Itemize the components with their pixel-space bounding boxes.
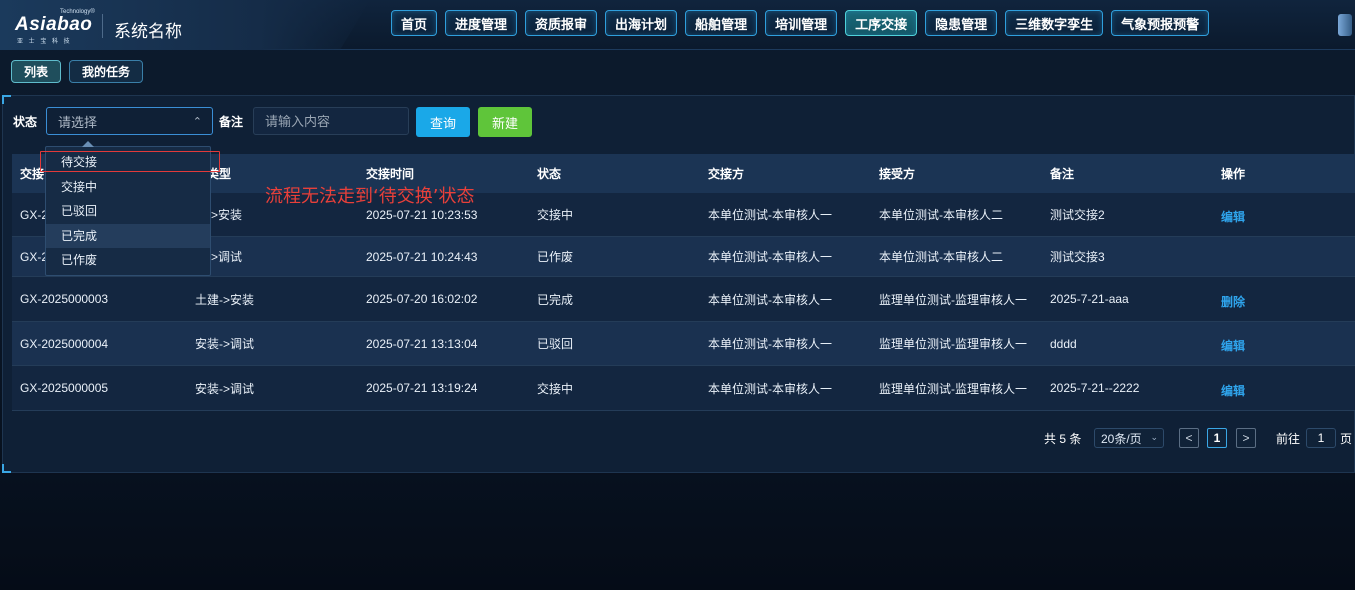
nav-process-handover[interactable]: 工序交接 xyxy=(845,10,918,36)
tab-my-tasks[interactable]: 我的任务 xyxy=(69,60,144,83)
create-button[interactable]: 新建 xyxy=(478,107,532,137)
nav-digital-twin[interactable]: 三维数字孪生 xyxy=(1005,10,1104,36)
table-row: GX-2 建->安装 2025-07-21 10:23:53 交接中 本单位测试… xyxy=(12,193,1355,237)
option-voided[interactable]: 已作废 xyxy=(46,248,210,273)
cell-status: 已驳回 xyxy=(537,337,574,351)
nav-weather[interactable]: 气象预报预警 xyxy=(1111,10,1210,36)
cell-from: 本单位测试-本审核人一 xyxy=(708,292,832,307)
cell-to: 监理单位测试-监理审核人一 xyxy=(879,337,1027,351)
nav-ship[interactable]: 船舶管理 xyxy=(685,10,758,36)
cell-type: 装->调试 xyxy=(195,250,243,264)
cell-note: 测试交接2 xyxy=(1050,208,1105,222)
cell-status: 已作废 xyxy=(537,250,574,264)
annotation-text: 流程无法走到‘待交换’状态 xyxy=(265,186,475,207)
status-select-placeholder: 请选择 xyxy=(58,114,98,130)
pagination: 共 5 条 20条/页 ⌄ < 1 > 前往 页 xyxy=(3,428,1354,450)
logo-divider xyxy=(102,14,103,38)
nav-sea-plan[interactable]: 出海计划 xyxy=(605,10,678,36)
goto-page-input[interactable] xyxy=(1306,428,1336,448)
cell-type: 建->安装 xyxy=(195,208,243,222)
sub-tabs: 列表 我的任务 xyxy=(11,60,144,83)
cell-from: 本单位测试-本审核人一 xyxy=(708,337,832,351)
corner-decoration xyxy=(2,464,11,473)
cell-time: 2025-07-21 10:24:43 xyxy=(366,249,478,264)
chevron-down-icon: ⌄ xyxy=(1150,432,1158,442)
nav-home[interactable]: 首页 xyxy=(391,10,438,36)
cell-from: 本单位测试-本审核人一 xyxy=(708,250,832,264)
status-label: 状态 xyxy=(13,115,38,129)
header-to: 接受方 xyxy=(879,167,916,181)
cell-status: 交接中 xyxy=(537,208,574,222)
query-button[interactable]: 查询 xyxy=(416,107,470,137)
delete-link[interactable]: 删除 xyxy=(1221,295,1245,308)
edit-link[interactable]: 编辑 xyxy=(1221,210,1245,223)
cell-from: 本单位测试-本审核人一 xyxy=(708,208,832,222)
status-select[interactable]: 请选择 ⌃ xyxy=(46,107,213,135)
nav-progress[interactable]: 进度管理 xyxy=(445,10,518,36)
cell-note: 2025-7-21--2222 xyxy=(1050,381,1140,395)
header-from: 交接方 xyxy=(708,167,745,181)
page-size-value: 20条/页 xyxy=(1101,431,1142,446)
cell-to: 本单位测试-本审核人二 xyxy=(879,208,1003,222)
logo-subtext: 亚 士 宝 科 技 xyxy=(17,39,72,45)
total-count: 共 5 条 xyxy=(1044,432,1082,446)
cell-from: 本单位测试-本审核人一 xyxy=(708,381,832,396)
cell-note: 测试交接3 xyxy=(1050,250,1105,264)
bottom-background xyxy=(0,475,1355,590)
table-row: GX-2 装->调试 2025-07-21 10:24:43 已作废 本单位测试… xyxy=(12,237,1355,277)
cell-id: GX-2025000005 xyxy=(20,381,109,395)
prev-page-button[interactable]: < xyxy=(1179,428,1199,448)
table-row: GX-2025000004 安装->调试 2025-07-21 13:13:04… xyxy=(12,322,1355,366)
option-rejected[interactable]: 已驳回 xyxy=(46,199,210,224)
nav-qualification[interactable]: 资质报审 xyxy=(525,10,598,36)
cell-type: 安装->调试 xyxy=(195,381,255,396)
annotation-highlight-box xyxy=(40,151,220,172)
cell-id: GX-2025000003 xyxy=(20,292,109,306)
tab-list[interactable]: 列表 xyxy=(11,60,62,83)
handover-table: 交接 接类型 交接时间 状态 交接方 接受方 备注 操作 GX-2 建->安装 … xyxy=(12,154,1355,411)
main-nav: 首页 进度管理 资质报审 出海计划 船舶管理 培训管理 工序交接 隐患管理 三维… xyxy=(391,10,1210,36)
option-in-handover[interactable]: 交接中 xyxy=(46,175,210,200)
top-header: Technology® Asiabao 亚 士 宝 科 技 系统名称 首页 进度… xyxy=(0,0,1355,50)
cell-to: 监理单位测试-监理审核人一 xyxy=(879,381,1027,396)
current-page[interactable]: 1 xyxy=(1207,428,1227,448)
note-input[interactable] xyxy=(253,107,409,135)
dropdown-arrow xyxy=(82,141,94,147)
goto-label: 前往 xyxy=(1276,432,1301,446)
cell-type: 土建->安装 xyxy=(195,292,255,307)
table-row: GX-2025000005 安装->调试 2025-07-21 13:19:24… xyxy=(12,366,1355,411)
cell-status: 已完成 xyxy=(537,292,574,307)
cell-time: 2025-07-21 10:23:53 xyxy=(366,207,478,222)
table-row: GX-2025000003 土建->安装 2025-07-20 16:02:02… xyxy=(12,277,1355,322)
header-note: 备注 xyxy=(1050,167,1075,181)
page-size-select[interactable]: 20条/页 ⌄ xyxy=(1094,428,1164,448)
cell-time: 2025-07-20 16:02:02 xyxy=(366,292,478,306)
next-page-button[interactable]: > xyxy=(1236,428,1256,448)
option-completed[interactable]: 已完成 xyxy=(46,223,210,248)
note-label: 备注 xyxy=(219,115,244,129)
cell-time: 2025-07-21 13:13:04 xyxy=(366,336,478,351)
cell-to: 本单位测试-本审核人二 xyxy=(879,250,1003,264)
filter-bar: 状态 请选择 ⌃ 备注 查询 新建 xyxy=(3,96,1354,146)
cell-note: dddd xyxy=(1050,336,1077,351)
header-action: 操作 xyxy=(1221,167,1246,181)
cell-id: GX-2025000004 xyxy=(20,336,109,351)
nav-training[interactable]: 培训管理 xyxy=(765,10,838,36)
header-status: 状态 xyxy=(537,167,562,181)
cell-time: 2025-07-21 13:19:24 xyxy=(366,381,478,395)
logo-area: Technology® Asiabao 亚 士 宝 科 技 系统名称 xyxy=(0,0,370,50)
edit-link[interactable]: 编辑 xyxy=(1221,339,1245,352)
user-icon[interactable] xyxy=(1338,14,1352,36)
edit-link[interactable]: 编辑 xyxy=(1221,384,1245,397)
nav-hazard[interactable]: 隐患管理 xyxy=(925,10,998,36)
cell-to: 监理单位测试-监理审核人一 xyxy=(879,292,1027,307)
cell-status: 交接中 xyxy=(537,381,574,396)
chevron-up-icon: ⌃ xyxy=(192,116,202,128)
cell-note: 2025-7-21-aaa xyxy=(1050,292,1129,306)
header-time: 交接时间 xyxy=(366,167,415,181)
page-suffix: 页 xyxy=(1340,432,1353,446)
logo: Asiabao xyxy=(15,14,93,35)
system-name: 系统名称 xyxy=(114,22,182,41)
cell-type: 安装->调试 xyxy=(195,337,255,351)
